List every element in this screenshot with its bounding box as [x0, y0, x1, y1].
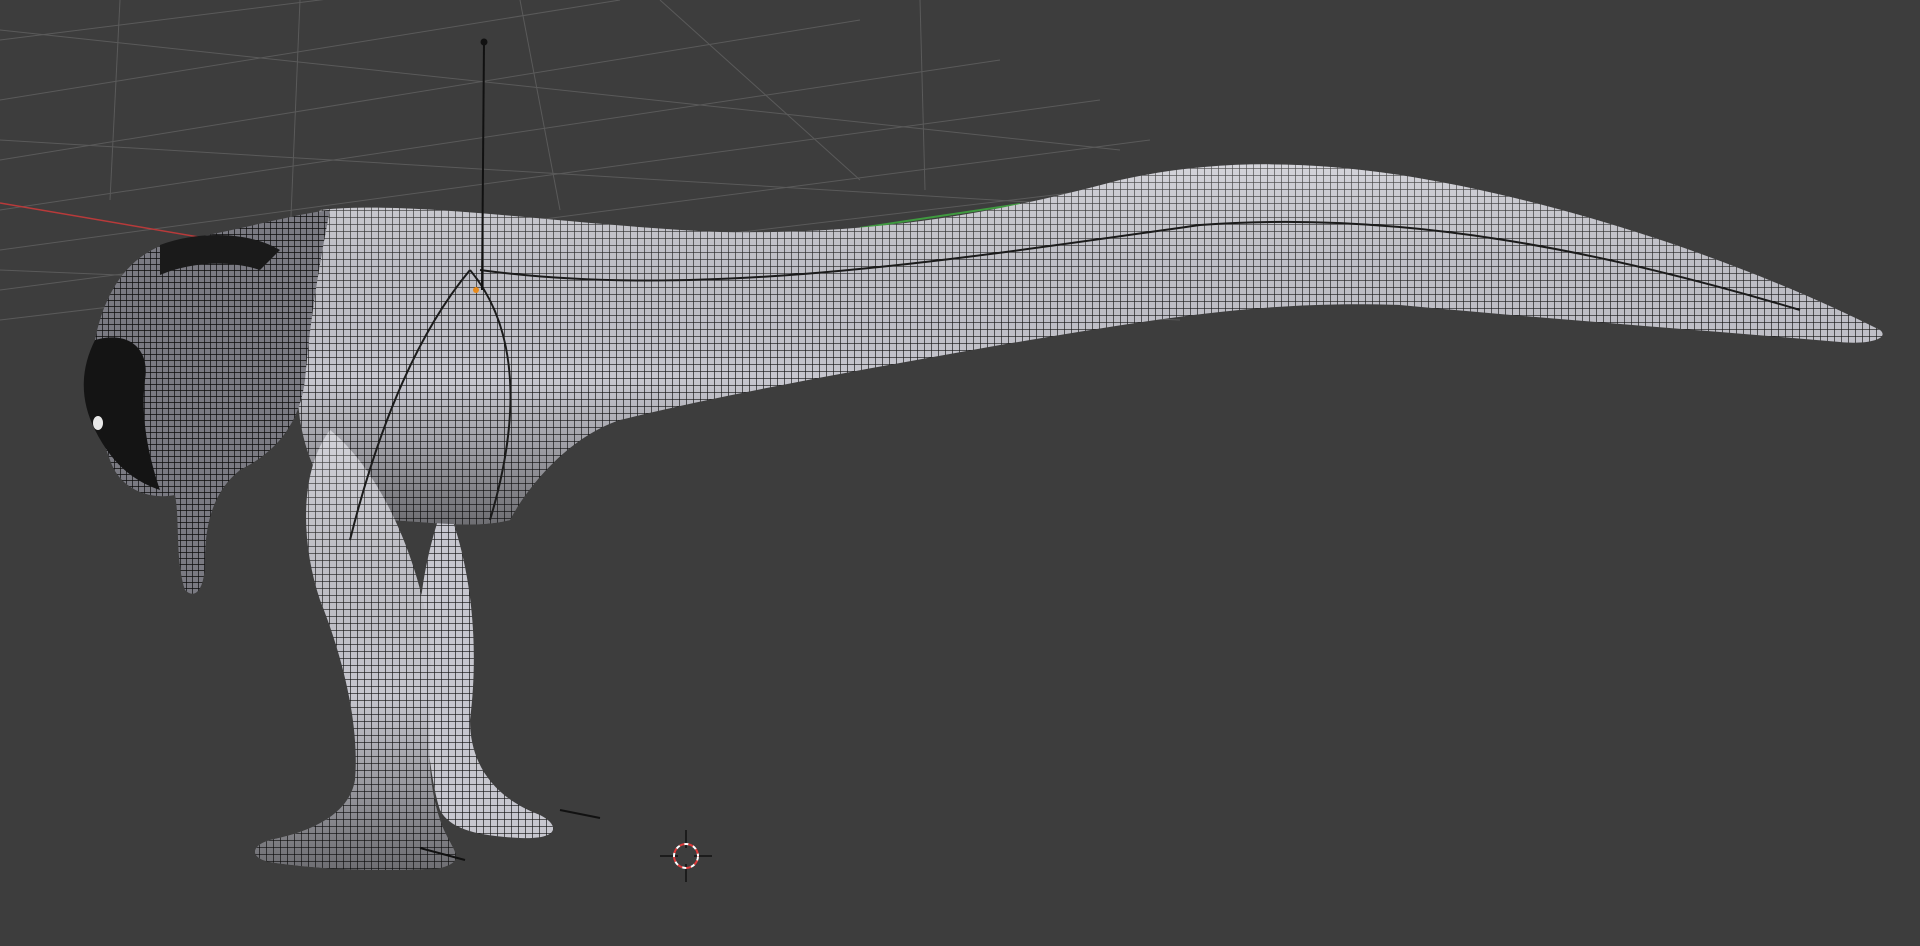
viewport-canvas[interactable] — [0, 0, 1920, 946]
dinosaur-mesh[interactable] — [83, 164, 1883, 870]
3d-cursor-icon[interactable] — [660, 830, 712, 882]
3d-viewport[interactable] — [0, 0, 1920, 946]
